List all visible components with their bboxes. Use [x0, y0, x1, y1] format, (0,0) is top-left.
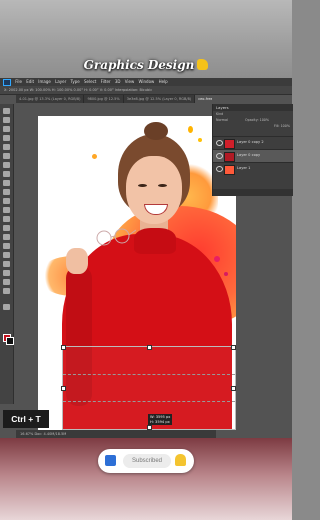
zoom-tool-icon[interactable] [3, 288, 10, 294]
opacity-field[interactable]: Opacity: 100% [245, 118, 269, 122]
layer-row[interactable]: Layer 1 [213, 162, 293, 175]
paint-drop [198, 138, 202, 142]
transform-size-readout: W: 3595 px H: 3594 px [148, 414, 173, 425]
history-brush-tool-icon[interactable] [3, 198, 10, 204]
gradient-tool-icon[interactable] [3, 216, 10, 222]
layer-row-selected[interactable]: Layer 0 copy [213, 149, 293, 162]
layer-thumbnail [224, 139, 235, 149]
model-eye-left [138, 184, 147, 187]
transform-width: W: 3595 px [150, 415, 171, 419]
transform-handle[interactable] [231, 345, 236, 350]
eyedropper-tool-icon[interactable] [3, 162, 10, 168]
dodge-tool-icon[interactable] [3, 234, 10, 240]
layer-row[interactable]: Layer 0 copy 2 [213, 136, 293, 149]
edit-toolbar-icon[interactable] [3, 304, 10, 310]
layers-panel: Layers Kind Normal Opacity: 100% Fill: 1… [212, 104, 293, 196]
bell-icon[interactable] [175, 454, 186, 466]
document-canvas[interactable]: W: 3595 px H: 3594 px [38, 116, 236, 430]
tab-doc-1[interactable]: 4-01.jpg @ 13.3% (Layer 0, RGB/8) [16, 95, 85, 103]
transform-handle[interactable] [61, 345, 66, 350]
shape-tool-icon[interactable] [3, 270, 10, 276]
transform-handle[interactable] [147, 345, 152, 350]
options-bar[interactable]: X: 2002.00 px W: 100.00% H: 100.00% 0.00… [0, 86, 292, 95]
layer-thumbnail [224, 152, 235, 162]
type-tool-icon[interactable] [3, 252, 10, 258]
menu-filter[interactable]: Filter [101, 79, 111, 84]
model-hair-bun [144, 122, 168, 140]
stamp-tool-icon[interactable] [3, 189, 10, 195]
status-text: 16.67% Doc: 4.40M/18.5M [20, 432, 67, 436]
menu-bar: File Edit Image Layer Type Select Filter… [0, 78, 292, 86]
lasso-tool-icon[interactable] [3, 126, 10, 132]
brand-title: Graphics Design [0, 58, 292, 72]
fill-field[interactable]: Fill: 100% [274, 124, 290, 128]
shortcut-label: Ctrl + T [3, 410, 49, 428]
menu-window[interactable]: Window [139, 79, 155, 84]
transform-guide [63, 401, 235, 402]
model-eye-right [158, 184, 167, 187]
quick-select-tool-icon[interactable] [3, 135, 10, 141]
hand-icon [197, 59, 209, 70]
background-color-swatch[interactable] [6, 337, 14, 345]
paint-drop [188, 126, 193, 133]
menu-type[interactable]: Type [71, 79, 80, 84]
layer-name: Layer 1 [237, 166, 251, 170]
photoshop-logo-icon [3, 78, 11, 86]
brand-title-text: Graphics Design [83, 58, 195, 72]
model-hand [66, 248, 88, 274]
move-tool-icon[interactable] [3, 108, 10, 114]
layers-panel-title[interactable]: Layers [213, 104, 293, 111]
eraser-tool-icon[interactable] [3, 207, 10, 213]
glasses-icon [96, 228, 136, 246]
blend-mode-select[interactable]: Normal [216, 118, 228, 122]
photoshop-window: File Edit Image Layer Type Select Filter… [0, 78, 293, 438]
menu-help[interactable]: Help [159, 79, 168, 84]
tab-doc-4-active[interactable]: ceo-free.jpg @ 16.7% (Layer 1, RGB/8) [195, 95, 212, 103]
layer-name: Layer 0 copy 2 [237, 140, 264, 144]
menu-select[interactable]: Select [84, 79, 96, 84]
fill-row: Fill: 100% [213, 123, 293, 129]
menu-edit[interactable]: Edit [26, 79, 34, 84]
layer-thumbnail [224, 165, 235, 175]
blur-tool-icon[interactable] [3, 225, 10, 231]
menu-layer[interactable]: Layer [55, 79, 66, 84]
transform-handle[interactable] [231, 386, 236, 391]
frame-tool-icon[interactable] [3, 153, 10, 159]
visibility-eye-icon[interactable] [216, 140, 223, 146]
transform-height: H: 3594 px [150, 419, 170, 424]
status-bar: 16.67% Doc: 4.40M/18.5M [16, 430, 216, 438]
transform-guide [63, 374, 235, 375]
layer-name: Layer 0 copy [237, 153, 261, 157]
visibility-eye-icon[interactable] [216, 153, 223, 159]
healing-tool-icon[interactable] [3, 171, 10, 177]
visibility-eye-icon[interactable] [216, 166, 223, 172]
layer-actions-bar[interactable] [213, 189, 293, 196]
tools-panel [0, 104, 14, 404]
thumbs-up-icon[interactable] [105, 455, 116, 466]
path-select-tool-icon[interactable] [3, 261, 10, 267]
subscribe-bar: Subscribed [98, 449, 194, 473]
marquee-tool-icon[interactable] [3, 117, 10, 123]
paint-drop [214, 256, 220, 262]
tab-doc-2[interactable]: 9800.jpg @ 12.5% [84, 95, 124, 103]
menu-image[interactable]: Image [38, 79, 51, 84]
brush-tool-icon[interactable] [3, 180, 10, 186]
pen-tool-icon[interactable] [3, 243, 10, 249]
crop-tool-icon[interactable] [3, 144, 10, 150]
transform-handle[interactable] [61, 386, 66, 391]
menu-file[interactable]: File [15, 79, 22, 84]
paint-drop [92, 154, 97, 159]
sweater-collar [134, 228, 176, 254]
paint-drop [224, 272, 228, 276]
menu-3d[interactable]: 3D [115, 79, 121, 84]
tab-doc-3[interactable]: 3e3e8.jpg @ 12.5% (Layer 0, RGB/8) [124, 95, 196, 103]
subscribed-button[interactable]: Subscribed [123, 454, 171, 468]
options-bar-text: X: 2002.00 px W: 100.00% H: 100.00% 0.00… [4, 88, 153, 92]
hand-tool-icon[interactable] [3, 279, 10, 285]
document-tabs: 4-01.jpg @ 13.3% (Layer 0, RGB/8) 9800.jp… [16, 95, 212, 103]
menu-view[interactable]: View [125, 79, 135, 84]
